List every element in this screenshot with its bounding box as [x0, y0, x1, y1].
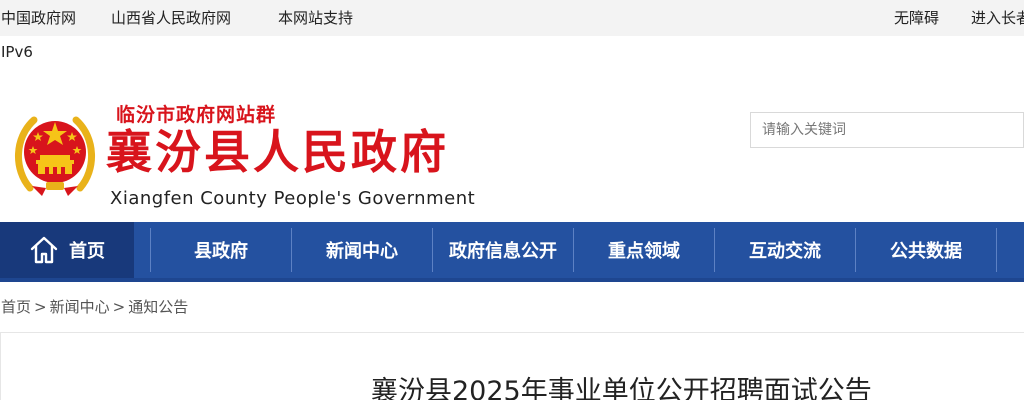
article-panel: 襄汾县2025年事业单位公开招聘面试公告	[0, 332, 1024, 400]
nav-item-gov-info[interactable]: 政府信息公开	[433, 222, 573, 278]
main-nav: 首页 县政府 新闻中心 政府信息公开 重点领域 互动交流 公共数据	[0, 222, 1024, 278]
breadcrumb-notices[interactable]: 通知公告	[128, 298, 188, 316]
elder-mode-link[interactable]: 进入长者	[971, 7, 1024, 28]
nav-label-key-areas: 重点领域	[608, 241, 680, 262]
breadcrumb-separator: >	[112, 298, 126, 316]
nav-label-gov-info: 政府信息公开	[449, 241, 557, 262]
site-group-label: 临汾市政府网站群	[116, 104, 277, 126]
nav-item-interaction[interactable]: 互动交流	[715, 222, 855, 278]
top-bar: 中国政府网 山西省人民政府网 本网站支持 无障碍 进入长者	[0, 0, 1024, 36]
nav-underline	[0, 278, 1024, 282]
nav-item-public-data[interactable]: 公共数据	[856, 222, 996, 278]
breadcrumb-separator: >	[34, 298, 47, 316]
nav-label-home: 首页	[69, 241, 105, 262]
search-input[interactable]	[751, 113, 1023, 147]
link-site-support[interactable]: 本网站支持	[278, 7, 353, 28]
nav-label-county-gov: 县政府	[194, 241, 248, 262]
breadcrumb-news[interactable]: 新闻中心	[50, 298, 110, 316]
ipv6-label: IPv6	[1, 43, 33, 61]
nav-label-interaction: 互动交流	[749, 241, 821, 262]
nav-label-public-data: 公共数据	[890, 241, 962, 262]
nav-item-key-areas[interactable]: 重点领域	[574, 222, 714, 278]
site-title: 襄汾县人民政府	[106, 125, 449, 179]
home-icon	[30, 236, 58, 264]
nav-item-county-gov[interactable]: 县政府	[151, 222, 291, 278]
national-emblem-icon	[15, 116, 95, 196]
breadcrumb: 首页 > 新闻中心 > 通知公告	[1, 296, 188, 317]
link-china-gov[interactable]: 中国政府网	[1, 7, 76, 28]
site-header: 临汾市政府网站群 襄汾县人民政府 Xiangfen County People'…	[0, 70, 1024, 220]
nav-label-news: 新闻中心	[326, 241, 398, 262]
nav-divider	[996, 228, 997, 272]
site-subtitle: Xiangfen County People's Government	[110, 188, 476, 209]
nav-item-home[interactable]: 首页	[0, 222, 134, 278]
breadcrumb-home[interactable]: 首页	[1, 298, 31, 316]
search-box	[750, 112, 1024, 148]
link-shanxi-gov[interactable]: 山西省人民政府网	[111, 7, 231, 28]
nav-item-news[interactable]: 新闻中心	[292, 222, 432, 278]
article-title: 襄汾县2025年事业单位公开招聘面试公告	[371, 376, 872, 400]
accessibility-link[interactable]: 无障碍	[894, 7, 939, 28]
